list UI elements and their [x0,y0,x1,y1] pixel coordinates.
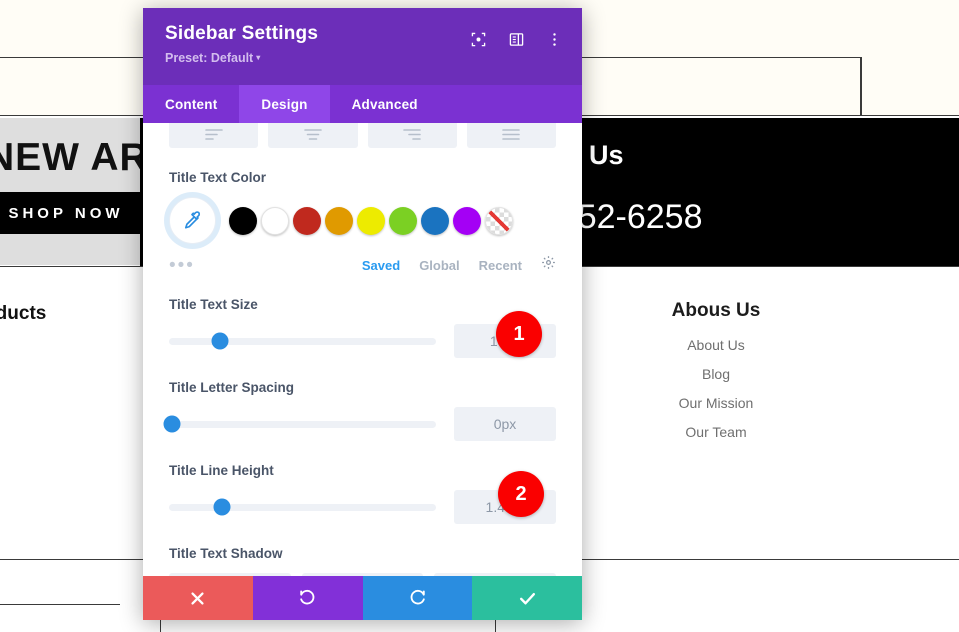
shadow-preset-1[interactable] [169,573,291,576]
focus-icon[interactable] [471,32,486,47]
products-heading: Products [0,303,47,324]
slider-handle [213,498,231,516]
slider-handle [211,332,229,350]
title-letter-spacing-value[interactable]: 0px [454,407,556,441]
page-header-right [861,57,959,116]
slider-handle [163,415,181,433]
title-letter-spacing-label: Title Letter Spacing [169,380,295,395]
tab-content[interactable]: Content [143,85,239,123]
swatch-red[interactable] [293,206,321,235]
color-swatch-row [169,197,556,244]
align-right-button[interactable] [367,123,457,148]
title-line-height-label: Title Line Height [169,463,274,478]
page-header-divider [861,57,862,116]
text-alignment-group [169,123,556,148]
align-left-button[interactable] [169,123,259,148]
page-divider-footer [0,604,120,605]
swatch-transparent[interactable] [485,206,513,235]
swatch-yellow[interactable] [357,206,385,235]
palette-meta-row: ••• Saved Global Recent [169,255,556,275]
eyedropper-icon[interactable] [169,197,216,244]
title-letter-spacing-slider[interactable] [163,415,436,433]
modal-header-icons [471,32,562,47]
more-vertical-icon[interactable] [547,32,562,47]
about-heading: Abous Us [671,300,761,321]
swatch-black[interactable] [229,206,257,235]
palette-tab-saved[interactable]: Saved [362,258,400,273]
palette-tabs: Saved Global Recent [362,255,556,275]
chevron-down-icon: ▾ [256,53,261,62]
align-justify-button[interactable] [466,123,556,148]
about-link[interactable]: About Us [628,338,804,352]
hero-title: NEW ARRIVALS [0,136,148,179]
title-text-color-label: Title Text Color [169,170,267,185]
annotation-badge-1: 1 [496,311,542,357]
align-center-button[interactable] [268,123,358,148]
title-text-size-label: Title Text Size [169,297,258,312]
swatch-green[interactable] [389,206,417,235]
about-link[interactable]: Our Mission [628,396,804,410]
modal-header: Sidebar Settings Preset: Default ▾ [143,8,582,85]
palette-tab-recent[interactable]: Recent [479,258,522,273]
redo-button[interactable] [362,576,473,620]
modal-action-bar [143,576,582,620]
text-shadow-presets [169,573,557,576]
annotation-badge-2: 2 [498,471,544,517]
save-button[interactable] [472,576,582,620]
more-colors-icon[interactable]: ••• [169,256,195,275]
layout-panel-icon[interactable] [509,32,524,47]
tab-advanced[interactable]: Advanced [330,85,440,123]
about-links-column: Abous Us About Us Blog Our Mission Our T… [628,300,804,454]
preset-selector[interactable]: Preset: Default ▾ [165,51,560,65]
undo-button[interactable] [252,576,363,620]
swatch-blue[interactable] [421,206,449,235]
gear-icon[interactable] [541,255,556,275]
shadow-preset-3[interactable] [434,573,557,576]
shadow-preset-2[interactable] [301,573,424,576]
title-line-height-slider[interactable] [169,498,436,516]
title-text-size-slider[interactable] [169,332,436,350]
preset-label: Preset: Default [165,51,254,65]
about-link[interactable]: Blog [628,367,804,381]
shop-now-button[interactable]: SHOP NOW [0,192,148,234]
title-letter-spacing-row: 0px [163,407,556,441]
tab-design[interactable]: Design [239,85,330,123]
swatch-white[interactable] [261,206,289,235]
modal-tabs: Content Design Advanced [143,85,582,123]
palette-tab-global[interactable]: Global [419,258,459,273]
about-link[interactable]: Our Team [628,425,804,439]
title-text-shadow-label: Title Text Shadow [169,546,283,561]
swatch-orange[interactable] [325,206,353,235]
screenshot-root: NEW ARRIVALS SHOP NOW Contact Us (555) 8… [0,0,959,632]
preset-color-swatches [229,206,513,235]
cancel-button[interactable] [143,576,253,620]
swatch-purple[interactable] [453,206,481,235]
